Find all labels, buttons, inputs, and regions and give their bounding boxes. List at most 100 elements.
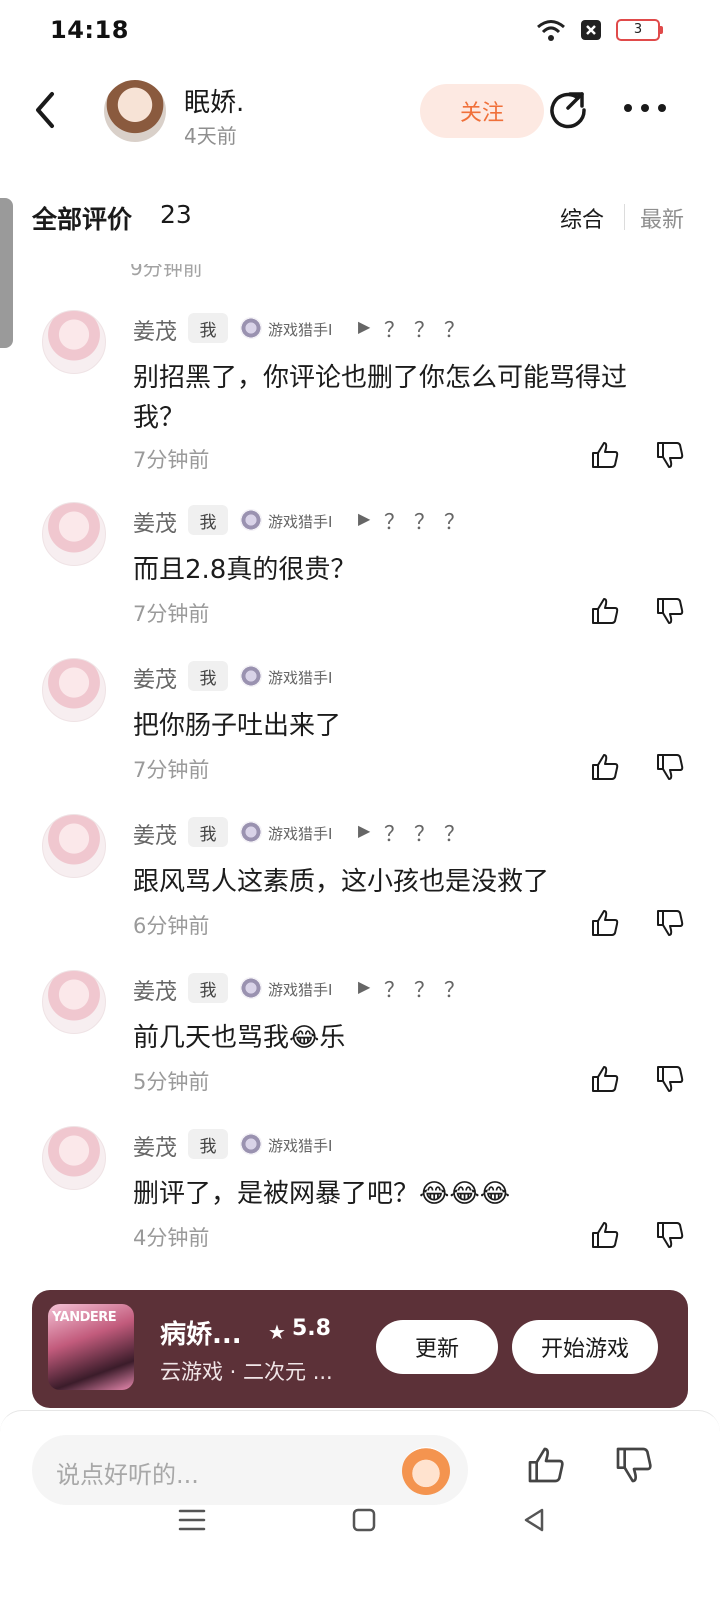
badge-label: 游戏猎手I (268, 513, 333, 531)
reply-target[interactable]: ？？？ (384, 314, 474, 344)
badge-label: 游戏猎手I (268, 321, 333, 339)
review-count: 23 (160, 200, 192, 229)
comment-text: 把你肠子吐出来了 (133, 711, 342, 741)
like-icon[interactable] (590, 596, 620, 626)
game-meta: 云游戏 · 二次元 ... (160, 1360, 333, 1384)
reply-arrow-icon: ▶ (358, 977, 371, 996)
commenter-name[interactable]: 姜茂 (133, 1130, 177, 1162)
dislike-icon[interactable] (655, 440, 685, 470)
like-icon[interactable] (590, 1064, 620, 1094)
comment-time: 7分钟前 (133, 758, 210, 782)
partial-comment-time: 9分钟前 (130, 264, 203, 280)
comment-input-placeholder: 说点好听的... (56, 1461, 199, 1489)
dislike-icon[interactable] (655, 1220, 685, 1250)
game-cover-logo: YANDERE (52, 1310, 117, 1325)
like-icon[interactable] (590, 1220, 620, 1250)
self-tag: 我 (188, 817, 228, 847)
comment-time: 7分钟前 (133, 602, 210, 626)
status-icons: 3 (536, 18, 663, 42)
emoji-icon[interactable] (402, 1447, 450, 1495)
more-icon[interactable] (622, 100, 668, 116)
update-button[interactable]: 更新 (376, 1320, 498, 1374)
dislike-icon[interactable] (655, 596, 685, 626)
sort-latest-tab[interactable]: 最新 (640, 202, 684, 234)
self-tag: 我 (188, 661, 228, 691)
comment-text: 删评了，是被网暴了吧？😂😂😂 (133, 1179, 511, 1209)
commenter-avatar[interactable] (42, 1126, 106, 1190)
comment-time: 5分钟前 (133, 1070, 210, 1094)
commenter-avatar[interactable] (42, 310, 106, 374)
badge-icon (240, 821, 262, 843)
comment-time: 4分钟前 (133, 1226, 210, 1250)
comment-input[interactable]: 说点好听的... (32, 1435, 468, 1505)
sort-divider (624, 204, 625, 230)
self-tag: 我 (188, 973, 228, 1003)
reply-target[interactable]: ？？？ (384, 974, 474, 1004)
badge-icon (240, 1133, 262, 1155)
reply-arrow-icon: ▶ (358, 821, 371, 840)
nav-home-icon[interactable] (352, 1508, 376, 1532)
commenter-avatar[interactable] (42, 814, 106, 878)
commenter-avatar[interactable] (42, 970, 106, 1034)
badge-icon (240, 317, 262, 339)
commenter-name[interactable]: 姜茂 (133, 314, 177, 346)
follow-button[interactable]: 关注 (420, 84, 544, 138)
battery-icon: 3 (616, 19, 663, 41)
nav-menu-icon[interactable] (178, 1508, 206, 1532)
nav-back-icon[interactable] (522, 1508, 546, 1532)
reply-arrow-icon: ▶ (358, 317, 371, 336)
comment-text: 跟风骂人这素质，这小孩也是没救了 (133, 867, 550, 897)
badge-label: 游戏猎手I (268, 669, 333, 687)
like-icon[interactable] (590, 908, 620, 938)
commenter-avatar[interactable] (42, 658, 106, 722)
like-icon[interactable] (590, 752, 620, 782)
badge-icon (240, 509, 262, 531)
sort-combined-tab[interactable]: 综合 (560, 202, 604, 234)
commenter-name[interactable]: 姜茂 (133, 818, 177, 850)
comment-time: 6分钟前 (133, 914, 210, 938)
comment-text: 别招黑了，你评论也删了你怎么可能骂得过我？ (133, 363, 628, 433)
like-icon[interactable] (590, 440, 620, 470)
self-tag: 我 (188, 1129, 228, 1159)
like-icon[interactable] (526, 1445, 566, 1485)
author-avatar[interactable] (104, 80, 166, 142)
author-name[interactable]: 眠娇. (184, 82, 244, 119)
start-game-button[interactable]: 开始游戏 (512, 1320, 658, 1374)
wifi-icon (537, 20, 565, 41)
share-icon[interactable] (548, 88, 590, 130)
comment-time: 7分钟前 (133, 448, 210, 472)
sim-off-icon (581, 20, 601, 40)
game-promo-bar[interactable]: YANDERE 病娇... ★ 5.8 云游戏 · 二次元 ... 更新 开始游… (32, 1290, 688, 1408)
commenter-avatar[interactable] (42, 502, 106, 566)
post-time: 4天前 (184, 124, 237, 148)
badge-label: 游戏猎手I (268, 1137, 333, 1155)
game-cover-image[interactable]: YANDERE (48, 1304, 134, 1390)
reply-arrow-icon: ▶ (358, 509, 371, 528)
star-icon: ★ (268, 1320, 286, 1344)
back-icon[interactable] (30, 88, 60, 132)
game-rating: 5.8 (292, 1316, 331, 1341)
dislike-icon[interactable] (614, 1445, 654, 1485)
badge-label: 游戏猎手I (268, 981, 333, 999)
badge-label: 游戏猎手I (268, 825, 333, 843)
self-tag: 我 (188, 313, 228, 343)
status-time: 14:18 (50, 16, 129, 44)
commenter-name[interactable]: 姜茂 (133, 974, 177, 1006)
comment-text: 前几天也骂我😂乐 (133, 1023, 346, 1053)
badge-icon (240, 665, 262, 687)
game-title[interactable]: 病娇... (160, 1314, 242, 1351)
commenter-name[interactable]: 姜茂 (133, 506, 177, 538)
section-title: 全部评价 (32, 205, 133, 234)
dislike-icon[interactable] (655, 752, 685, 782)
badge-icon (240, 977, 262, 999)
reply-target[interactable]: ？？？ (384, 506, 474, 536)
battery-level: 3 (633, 22, 643, 37)
self-tag: 我 (188, 505, 228, 535)
dislike-icon[interactable] (655, 908, 685, 938)
reply-target[interactable]: ？？？ (384, 818, 474, 848)
side-drawer-handle[interactable] (0, 198, 13, 348)
commenter-name[interactable]: 姜茂 (133, 662, 177, 694)
comment-text: 而且2.8真的很贵？ (133, 555, 357, 585)
partial-comment-row: 9分钟前 (130, 264, 690, 284)
dislike-icon[interactable] (655, 1064, 685, 1094)
